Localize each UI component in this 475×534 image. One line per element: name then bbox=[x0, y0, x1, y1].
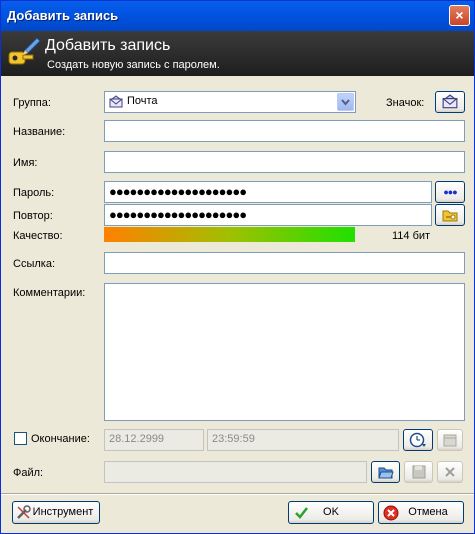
repeat-password-input[interactable]: ●●●●●●●●●●●●●●●●●●●● bbox=[104, 204, 432, 226]
repeat-label: Повтор: bbox=[13, 210, 53, 222]
attachment-label: Файл: bbox=[13, 467, 44, 479]
calendar-icon bbox=[443, 434, 457, 447]
show-password-button[interactable]: ●●● bbox=[435, 181, 465, 203]
quality-progress-bar bbox=[104, 227, 355, 242]
generate-password-button[interactable] bbox=[435, 204, 465, 226]
chevron-down-icon bbox=[341, 99, 350, 106]
expiry-calendar-button[interactable] bbox=[437, 429, 463, 451]
quality-label: Качество: bbox=[13, 230, 63, 242]
combo-dropdown-button[interactable] bbox=[337, 93, 354, 111]
cancel-button[interactable]: Отмена bbox=[378, 501, 464, 524]
mail-icon bbox=[109, 95, 123, 108]
icon-label: Значок: bbox=[386, 97, 425, 109]
title-input[interactable] bbox=[104, 120, 465, 142]
folder-open-icon bbox=[377, 467, 394, 479]
header-banner: Добавить запись Создать новую запись с п… bbox=[1, 31, 474, 76]
notes-label: Комментарии: bbox=[13, 287, 86, 299]
password-input[interactable]: ●●●●●●●●●●●●●●●●●●●● bbox=[104, 181, 432, 203]
group-label: Группа: bbox=[13, 97, 51, 109]
quality-bits: 114 бит bbox=[392, 230, 431, 242]
group-value: Почта bbox=[127, 95, 158, 107]
window-title: Добавить запись bbox=[7, 8, 119, 23]
title-bar: Добавить запись × bbox=[1, 1, 474, 31]
bottom-separator bbox=[1, 493, 474, 495]
ok-button-label: OK bbox=[323, 506, 339, 518]
notes-textarea[interactable] bbox=[104, 283, 465, 421]
clock-icon bbox=[409, 432, 426, 448]
expires-label: Окончание: bbox=[31, 433, 90, 445]
tools-button[interactable]: Инструмент bbox=[12, 501, 100, 524]
mail-icon bbox=[442, 94, 458, 109]
cancel-button-label: Отмена bbox=[408, 506, 448, 518]
group-combobox[interactable]: Почта bbox=[104, 91, 356, 113]
username-label: Имя: bbox=[13, 157, 38, 169]
url-input[interactable] bbox=[104, 252, 465, 274]
ok-button[interactable]: OK bbox=[288, 501, 374, 524]
delete-icon bbox=[445, 467, 455, 477]
expires-date-input[interactable]: 28.12.2999 bbox=[104, 429, 204, 451]
password-label: Пароль: bbox=[13, 187, 55, 199]
expires-time-input[interactable]: 23:59:59 bbox=[207, 429, 399, 451]
icon-picker-button[interactable] bbox=[435, 91, 465, 113]
url-label: Ссылка: bbox=[13, 258, 55, 270]
close-button[interactable]: × bbox=[449, 5, 470, 26]
key-pen-icon bbox=[8, 37, 41, 65]
remove-attachment-button[interactable] bbox=[437, 461, 463, 483]
title-label: Название: bbox=[13, 126, 66, 138]
username-input[interactable] bbox=[104, 151, 465, 173]
cancel-icon bbox=[383, 505, 399, 521]
folder-key-icon bbox=[442, 210, 458, 222]
save-icon bbox=[412, 465, 425, 479]
check-icon bbox=[295, 507, 308, 519]
expires-checkbox[interactable] bbox=[14, 432, 27, 445]
wrench-icon bbox=[17, 505, 31, 519]
banner-title: Добавить запись bbox=[45, 37, 171, 54]
attach-file-button[interactable] bbox=[371, 461, 400, 483]
banner-subtitle: Создать новую запись с паролем. bbox=[47, 59, 220, 71]
attachment-input[interactable] bbox=[104, 461, 367, 483]
tools-button-label: Инструмент bbox=[32, 506, 94, 518]
add-entry-window: Добавить запись × Добавить запись Создат… bbox=[0, 0, 475, 534]
save-attachment-button[interactable] bbox=[404, 461, 433, 483]
expiry-presets-button[interactable] bbox=[403, 429, 433, 451]
